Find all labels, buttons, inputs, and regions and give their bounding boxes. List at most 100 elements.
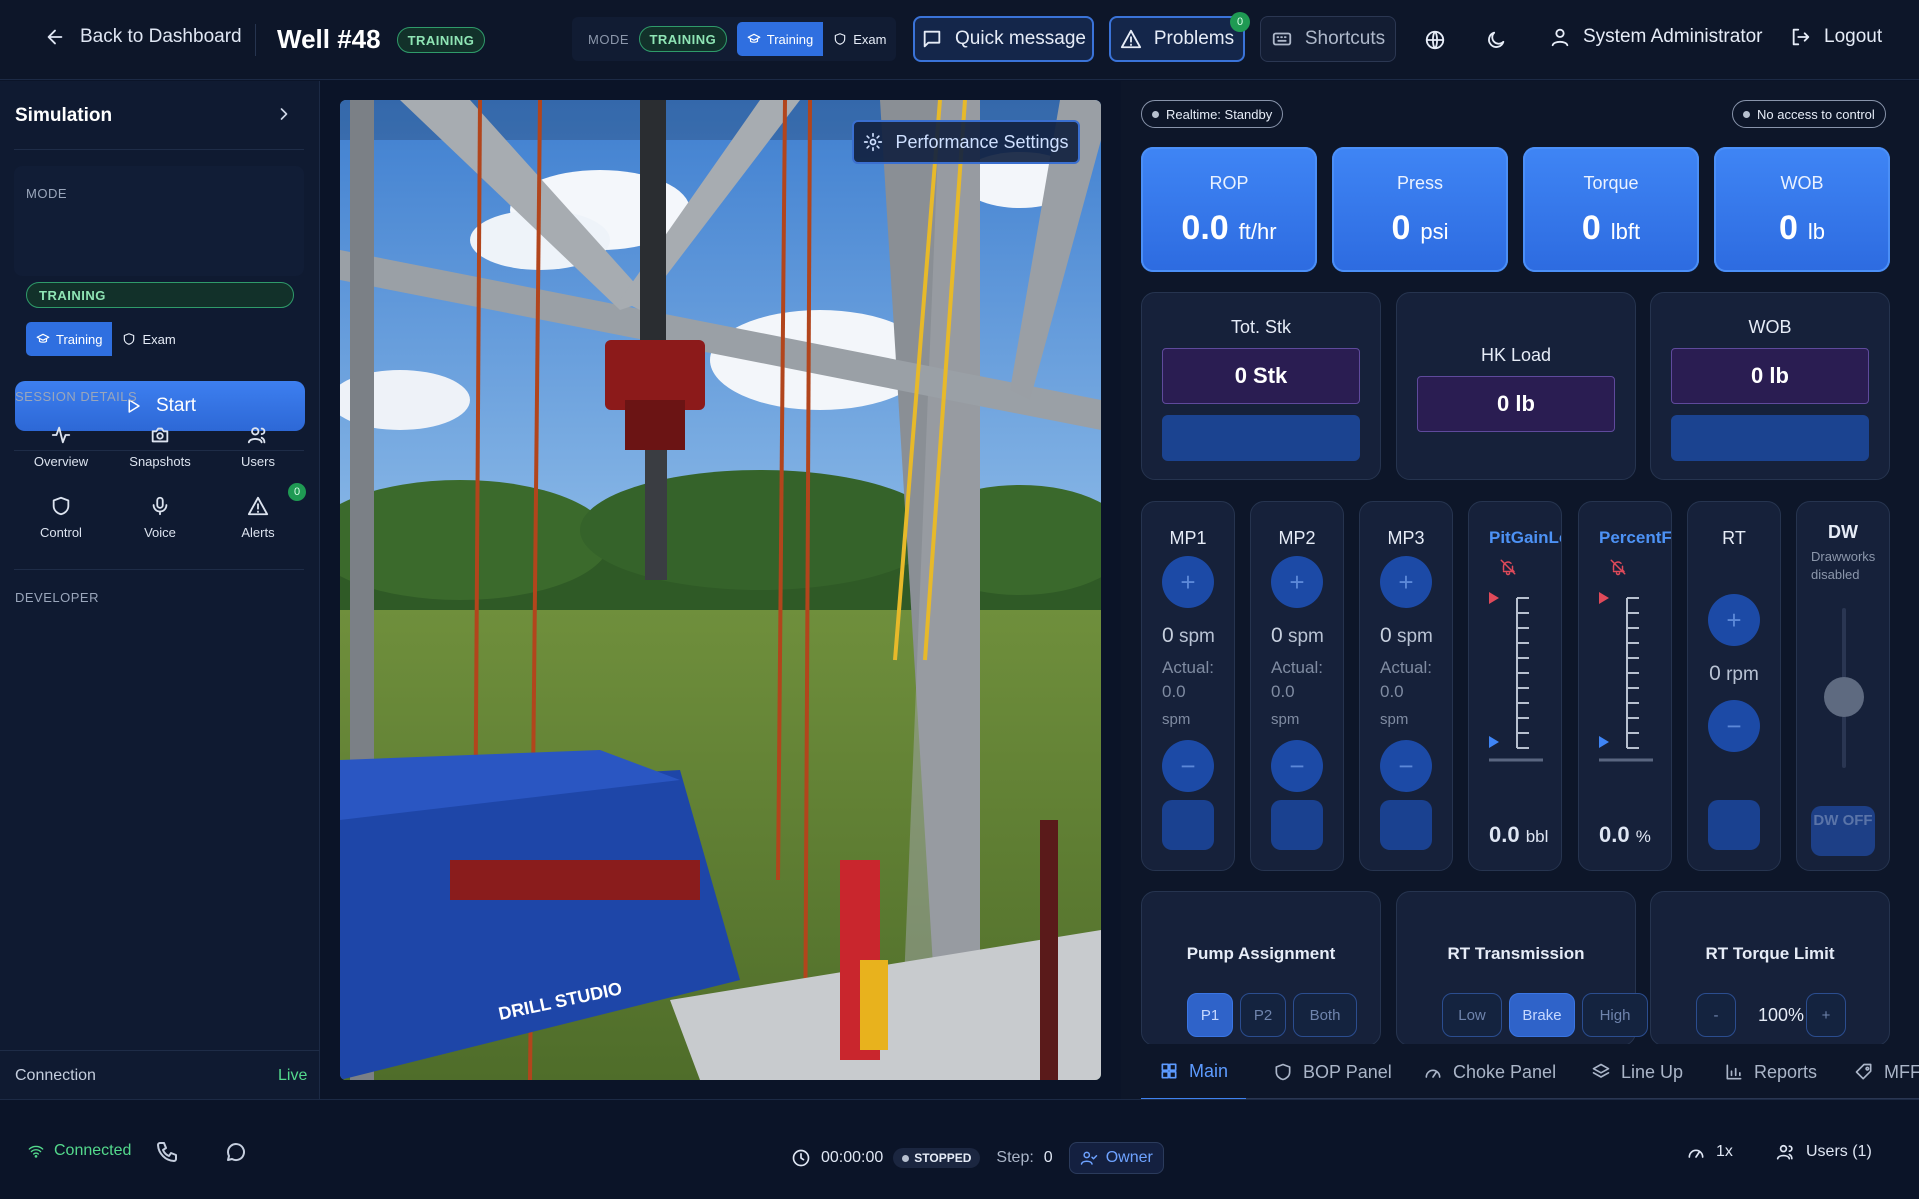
speed-indicator[interactable]: 1x xyxy=(1686,1142,1733,1162)
panel-tabs: Main BOP Panel Choke Panel Line Up Repor… xyxy=(1121,1044,1919,1100)
session-state-badge: STOPPED xyxy=(893,1148,981,1168)
sidebar-item-label: Control xyxy=(40,525,82,540)
sidebar-item-alerts[interactable]: Alerts xyxy=(218,495,298,540)
quick-message-button[interactable]: Quick message xyxy=(913,16,1094,62)
user-check-icon xyxy=(1080,1149,1098,1167)
mp3-decrease-button[interactable]: − xyxy=(1380,740,1432,792)
rt-option-brake[interactable]: Brake xyxy=(1509,993,1575,1037)
mp1-decrease-button[interactable]: − xyxy=(1162,740,1214,792)
mode-training-button[interactable]: Training xyxy=(736,22,824,56)
torque-limit-increase-button[interactable]: + xyxy=(1806,993,1846,1037)
sidebar-mode-training-button[interactable]: Training xyxy=(26,322,113,356)
tab-main[interactable]: Main xyxy=(1141,1044,1247,1100)
percent-flow-gauge xyxy=(1599,592,1653,762)
developer-label: DEVELOPER xyxy=(15,590,99,605)
mp2-decrease-button[interactable]: − xyxy=(1271,740,1323,792)
tab-label: Choke Panel xyxy=(1453,1061,1557,1082)
kpi-unit: ft/hr xyxy=(1238,219,1277,244)
role-badge[interactable]: Owner xyxy=(1068,1142,1164,1174)
pump-option-p1[interactable]: P1 xyxy=(1187,993,1233,1037)
microphone-icon xyxy=(149,495,171,517)
chat-icon[interactable] xyxy=(224,1140,248,1164)
kpi-torque: Torque 0 lbft xyxy=(1523,147,1699,272)
message-square-icon xyxy=(921,28,943,50)
sidebar-item-voice[interactable]: Voice xyxy=(120,495,200,540)
tab-line-up[interactable]: Line Up xyxy=(1591,1044,1683,1100)
kpi-wob: WOB 0 lb xyxy=(1714,147,1890,272)
problems-button[interactable]: Problems xyxy=(1109,16,1245,62)
graduation-cap-icon xyxy=(36,332,50,346)
mp1-actual-value: 0.0 xyxy=(1162,682,1186,701)
back-to-dashboard-link[interactable]: Back to Dashboard xyxy=(44,26,242,48)
wob-value: 0 lb xyxy=(1671,348,1869,404)
tot-stk-reset-button[interactable] xyxy=(1162,415,1360,461)
users-indicator[interactable]: Users (1) xyxy=(1776,1142,1872,1162)
rt-decrease-button[interactable]: − xyxy=(1708,700,1760,752)
percent-flow-value: 0.0 xyxy=(1599,822,1630,847)
tab-bop-panel[interactable]: BOP Panel xyxy=(1273,1044,1392,1100)
card-title: Tot. Stk xyxy=(1230,317,1292,337)
phone-icon[interactable] xyxy=(155,1140,179,1164)
pump-option-both[interactable]: Both xyxy=(1293,993,1357,1037)
rt-toggle-button[interactable] xyxy=(1708,800,1760,850)
mp2-toggle-button[interactable] xyxy=(1271,800,1323,850)
user-menu[interactable]: System Administrator xyxy=(1549,26,1763,48)
rt-option-low[interactable]: Low xyxy=(1442,993,1502,1037)
sidebar-item-overview[interactable]: Overview xyxy=(21,424,101,469)
sidebar-item-label: Alerts xyxy=(241,525,275,540)
rig-3d-viewport[interactable]: DRILL STUDIO xyxy=(340,100,1101,1080)
tab-label: Main xyxy=(1189,1060,1229,1081)
bell-off-icon[interactable] xyxy=(1609,558,1627,576)
performance-settings-button[interactable]: Performance Settings xyxy=(852,120,1080,164)
mp1-increase-button[interactable]: + xyxy=(1162,556,1214,608)
tab-choke-panel[interactable]: Choke Panel xyxy=(1423,1044,1556,1100)
dw-slider-handle[interactable] xyxy=(1824,677,1864,717)
tab-label: Reports xyxy=(1754,1061,1818,1082)
mode-switcher: MODE TRAINING Training Exam xyxy=(572,17,896,61)
step-label: Step: xyxy=(996,1149,1034,1166)
mp3-toggle-button[interactable] xyxy=(1380,800,1432,850)
shield-icon xyxy=(122,332,136,346)
layers-icon xyxy=(1591,1062,1611,1082)
globe-icon[interactable] xyxy=(1424,29,1446,51)
shortcuts-button[interactable]: Shortcuts xyxy=(1260,16,1396,62)
sidebar-item-snapshots[interactable]: Snapshots xyxy=(120,424,200,469)
torque-limit-decrease-button[interactable]: - xyxy=(1696,993,1736,1037)
tab-label: MFFI xyxy=(1884,1061,1919,1082)
user-name: System Administrator xyxy=(1583,26,1763,47)
mp1-toggle-button[interactable] xyxy=(1162,800,1214,850)
camera-icon xyxy=(149,424,171,446)
grid-icon xyxy=(1159,1061,1179,1081)
rt-increase-button[interactable]: + xyxy=(1708,594,1760,646)
card-title: RT Transmission xyxy=(1447,944,1585,963)
moon-icon[interactable] xyxy=(1485,29,1507,51)
mp3-increase-button[interactable]: + xyxy=(1380,556,1432,608)
logout-button[interactable]: Logout xyxy=(1790,26,1882,48)
pit-gain-loss-column: PitGainLoss 0.0 bbl xyxy=(1468,501,1562,871)
mode-exam-button[interactable]: Exam xyxy=(823,22,896,56)
wob-set-button[interactable] xyxy=(1671,415,1869,461)
bell-off-icon[interactable] xyxy=(1499,558,1517,576)
column-title: MP2 xyxy=(1278,528,1316,548)
pump-option-p2[interactable]: P2 xyxy=(1240,993,1286,1037)
status-dot-icon xyxy=(1743,110,1750,118)
rt-option-high[interactable]: High xyxy=(1582,993,1648,1037)
shortcuts-label: Shortcuts xyxy=(1304,28,1386,49)
speed-value: 1x xyxy=(1716,1143,1733,1160)
card-title: Pump Assignment xyxy=(1186,944,1336,963)
timer-value: 00:00:00 xyxy=(821,1149,884,1166)
sidebar-item-users[interactable]: Users xyxy=(218,424,298,469)
mp1-unit: spm xyxy=(1178,626,1215,647)
gear-icon xyxy=(863,132,883,152)
sidebar-item-control[interactable]: Control xyxy=(21,495,101,540)
chevron-right-icon[interactable] xyxy=(274,103,294,125)
dw-off-button[interactable]: DW OFF xyxy=(1811,806,1875,856)
step-value: 0 xyxy=(1043,1149,1053,1166)
mp2-increase-button[interactable]: + xyxy=(1271,556,1323,608)
sidebar-mode-exam-button[interactable]: Exam xyxy=(112,322,185,356)
tab-mffi[interactable]: MFFI xyxy=(1854,1044,1919,1100)
tab-reports[interactable]: Reports xyxy=(1724,1044,1817,1100)
shield-icon xyxy=(1273,1062,1293,1082)
connected-label: Connected xyxy=(54,1142,132,1159)
session-details-label: SESSION DETAILS xyxy=(15,389,138,404)
